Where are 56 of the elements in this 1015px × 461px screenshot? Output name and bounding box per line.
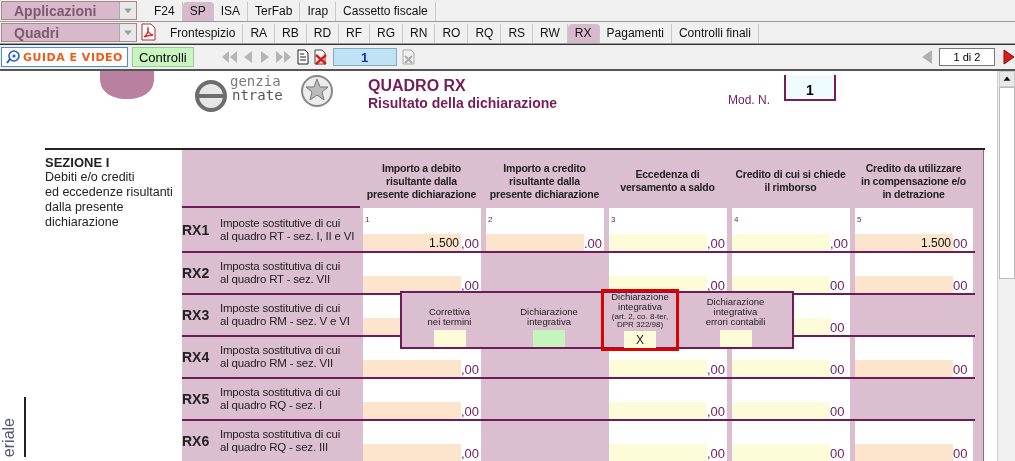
decimal-text: 00 xyxy=(830,278,846,293)
decimal-text: ,00 xyxy=(707,404,727,419)
field-number: 2 xyxy=(487,215,493,224)
decimal-text: ,00 xyxy=(461,236,481,251)
decimal-text: ,00 xyxy=(461,278,481,293)
column-header: Credito di cui si chiede il rimborso xyxy=(735,168,846,194)
decimal-text: 00 xyxy=(830,446,846,461)
row-code: RX1 xyxy=(182,221,211,238)
decimal-text: 00 xyxy=(830,404,846,419)
column-header: Importo a debito risultante dalla presente dichiarazione xyxy=(366,161,477,201)
row-label: Imposta sostitutiva di cui al quadro RT - sez. VII xyxy=(220,260,341,286)
decimal-text: 00 xyxy=(953,362,969,377)
option-label: Dichiarazione integrativa xyxy=(611,292,669,312)
decimal-text: ,00 xyxy=(707,278,727,293)
section-title: SEZIONE I xyxy=(45,155,111,170)
decimal-text: ,00 xyxy=(461,362,481,377)
form-title: QUADRO RX xyxy=(368,77,467,95)
field-number: 1 xyxy=(364,215,370,224)
logo-text: ntrate xyxy=(232,88,283,102)
logo-text: genzia xyxy=(230,74,282,88)
row-label: Imposte sostitutive di cui al quadro RT - sez. I, II e VI xyxy=(220,216,355,243)
decimal-text: 00 xyxy=(953,236,969,251)
option-label: Dichiarazione integrativa xyxy=(520,307,578,327)
decimal-text: ,00 xyxy=(461,446,481,461)
row-code: RX2 xyxy=(182,265,211,281)
side-label: eriale xyxy=(0,417,18,457)
decimal-text: 00 xyxy=(830,362,846,377)
row-label: Imposte sostitutive di cui al quadro RM - sez. V e VI xyxy=(220,302,350,328)
decimal-text: ,00 xyxy=(830,236,850,251)
row-label: Imposta sostitutiva di cui al quadro RQ - sez. I xyxy=(220,386,341,412)
row-label: Imposta sostitutiva di cui al quadro RM - sez. VII xyxy=(220,344,341,370)
row-code: RX3 xyxy=(182,307,211,323)
row-code: RX6 xyxy=(182,433,211,449)
decimal-text: 00 xyxy=(953,278,969,293)
field-number: 3 xyxy=(610,215,616,224)
decimal-text: 00 xyxy=(953,446,969,461)
option-label: Correttiva nei termini xyxy=(427,307,472,327)
decimal-text: ,00 xyxy=(707,446,727,461)
decimal-text: 00 xyxy=(830,320,846,335)
decimal-text: ,00 xyxy=(461,404,481,419)
option-label: Dichiarazione integrativa errori contabili xyxy=(705,297,766,327)
column-header: Credito da utilizzare in compensazione e/o in detrazione xyxy=(860,161,967,201)
decimal-text: ,00 xyxy=(707,236,727,251)
column-header: Importo a credito risultante dalla presente dichiarazione xyxy=(489,161,600,201)
row-code: RX4 xyxy=(182,349,211,365)
model-label: Mod. N. xyxy=(728,93,771,107)
decimal-text: ,00 xyxy=(707,362,727,377)
field-number: 5 xyxy=(856,215,862,224)
column-header: Eccedenza di versamento a saldo xyxy=(620,168,715,194)
form-subtitle: Risultato della dichiarazione xyxy=(368,95,559,111)
field-number: 4 xyxy=(733,215,739,224)
row-label: Imposta sostitutiva di cui al quadro RQ - sez. III xyxy=(220,428,341,454)
decimal-text: .00 xyxy=(584,236,604,251)
option-note: (art. 2, co. 8-ter, DPR 322/98) xyxy=(611,313,669,329)
section-description: Debiti e/o crediti ed eccedenze risultanti dalla presente dichiarazione xyxy=(45,170,174,230)
row-code: RX5 xyxy=(182,391,211,407)
